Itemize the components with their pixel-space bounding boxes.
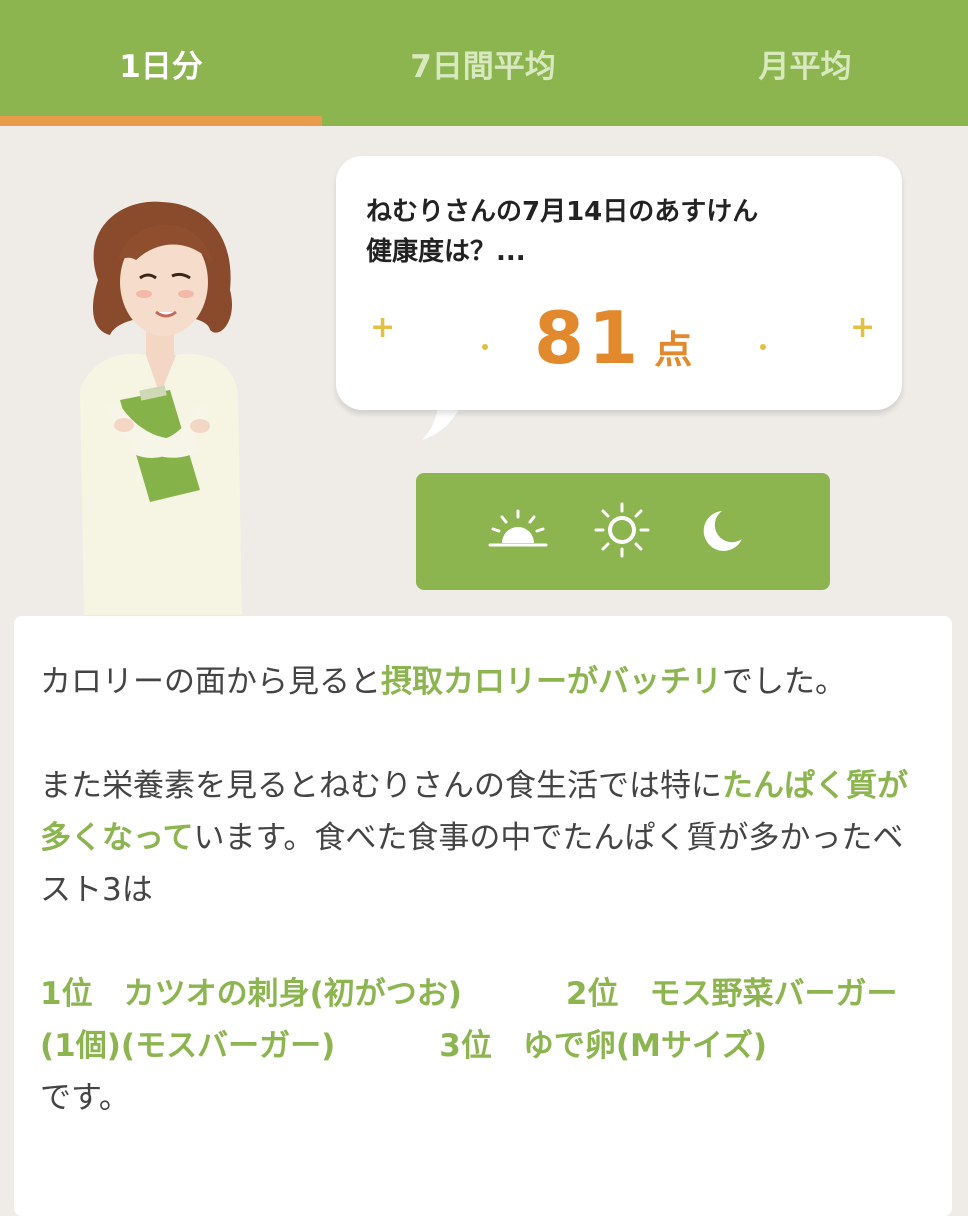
text-segment: カロリーの面から見ると <box>40 664 381 700</box>
score-bubble: ねむりさんの7月14日のあすけん 健康度は？... + 81 点 + <box>336 156 902 410</box>
advice-card: カロリーの面から見ると摂取カロリーがバッチリでした。 また栄養素を見るとねむりさ… <box>14 616 952 1216</box>
nutrient-comment: また栄養素を見るとねむりさんの食生活では特にたんぱく質が多くなっています。食べた… <box>40 760 920 916</box>
text-segment: また栄養素を見るとねむりさんの食生活では特に <box>40 768 722 804</box>
moon-icon[interactable] <box>692 505 752 557</box>
score-row: + 81 点 + <box>336 296 902 386</box>
sparkle-icon: + <box>850 310 876 345</box>
sunrise-icon[interactable] <box>488 505 548 557</box>
period-tabs: 1日分 7日間平均 月平均 <box>0 0 968 126</box>
calorie-highlight: 摂取カロリーがバッチリ <box>381 664 722 700</box>
meal-time-panel <box>416 473 830 590</box>
calorie-comment: カロリーの面から見ると摂取カロリーがバッチリでした。 <box>40 656 920 708</box>
score-unit: 点 <box>654 328 693 372</box>
tab-monthly-average[interactable]: 月平均 <box>644 0 966 126</box>
text-segment: です。 <box>40 1080 130 1116</box>
score-value: 81 <box>534 296 643 380</box>
sparkle-dot <box>760 344 766 350</box>
tab-1day[interactable]: 1日分 <box>0 0 322 126</box>
sparkle-icon: + <box>370 310 396 345</box>
sun-icon[interactable] <box>592 501 652 559</box>
advice-text: カロリーの面から見ると摂取カロリーがバッチリでした。 また栄養素を見るとねむりさ… <box>40 656 920 1176</box>
question-line-1: ねむりさんの7月14日のあすけん <box>366 197 759 227</box>
tab-7day-average[interactable]: 7日間平均 <box>322 0 644 126</box>
active-tab-indicator <box>0 116 322 126</box>
advisor-avatar <box>80 201 242 615</box>
question-line-2: 健康度は？... <box>366 237 526 267</box>
health-score: 81 点 <box>534 296 692 386</box>
rank-3: 3位 ゆで卵(Mサイズ) <box>439 1028 768 1064</box>
health-score-question: ねむりさんの7月14日のあすけん 健康度は？... <box>366 192 866 272</box>
sparkle-dot <box>482 344 488 350</box>
rank-1: 1位 カツオの刺身(初がつお) <box>40 976 462 1012</box>
text-segment: でした。 <box>722 664 846 700</box>
ranking-list: 1位 カツオの刺身(初がつお) 2位 モス野菜バーガー(1個)(モスバーガー) 3位… <box>40 968 920 1124</box>
